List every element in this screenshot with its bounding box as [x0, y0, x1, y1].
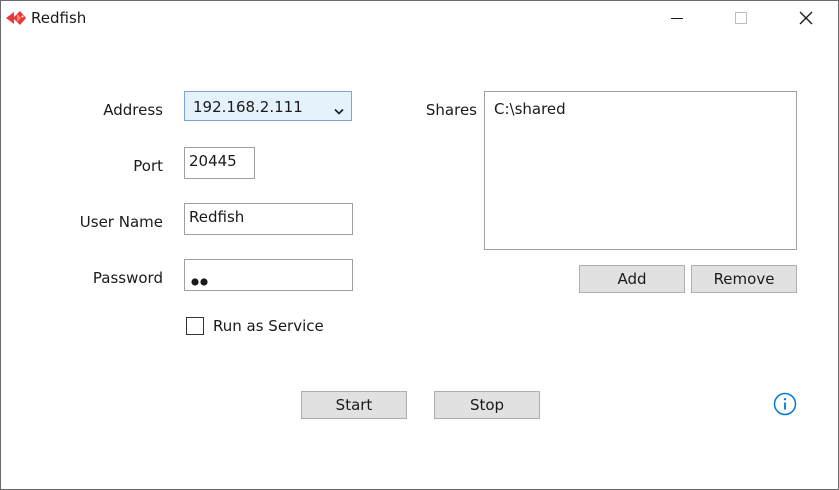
port-field-box — [184, 147, 255, 179]
remove-share-button[interactable]: Remove — [691, 265, 797, 293]
redfish-logo-icon — [5, 7, 27, 29]
app-window: Redfish Address Port User Name Password … — [0, 0, 839, 490]
add-share-button[interactable]: Add — [579, 265, 685, 293]
stop-button[interactable]: Stop — [434, 391, 540, 419]
run-as-service-label[interactable]: Run as Service — [213, 317, 324, 335]
password-mask — [191, 272, 217, 290]
address-label: Address — [103, 101, 163, 119]
shares-label: Shares — [425, 101, 477, 119]
username-field[interactable] — [185, 204, 352, 234]
port-field[interactable] — [185, 148, 254, 178]
start-button[interactable]: Start — [301, 391, 407, 419]
info-icon[interactable] — [773, 392, 797, 416]
password-field[interactable] — [184, 259, 353, 291]
address-select[interactable]: 192.168.2.111 — [184, 91, 352, 121]
shares-list[interactable]: C:\shared — [484, 91, 797, 250]
username-field-box — [184, 203, 353, 235]
username-label: User Name — [79, 213, 163, 231]
minimize-button[interactable] — [654, 1, 700, 35]
minimize-icon — [671, 18, 683, 19]
chevron-down-icon — [334, 102, 344, 120]
close-button[interactable] — [783, 1, 829, 35]
run-as-service-checkbox[interactable] — [186, 317, 204, 335]
port-label: Port — [133, 157, 163, 175]
title-bar[interactable]: Redfish — [1, 1, 838, 35]
close-icon — [799, 11, 813, 25]
list-item[interactable]: C:\shared — [494, 100, 566, 118]
maximize-icon — [735, 12, 747, 24]
window-title: Redfish — [31, 9, 87, 27]
address-select-value: 192.168.2.111 — [193, 98, 303, 116]
maximize-button[interactable] — [718, 1, 764, 35]
password-label: Password — [92, 269, 163, 287]
